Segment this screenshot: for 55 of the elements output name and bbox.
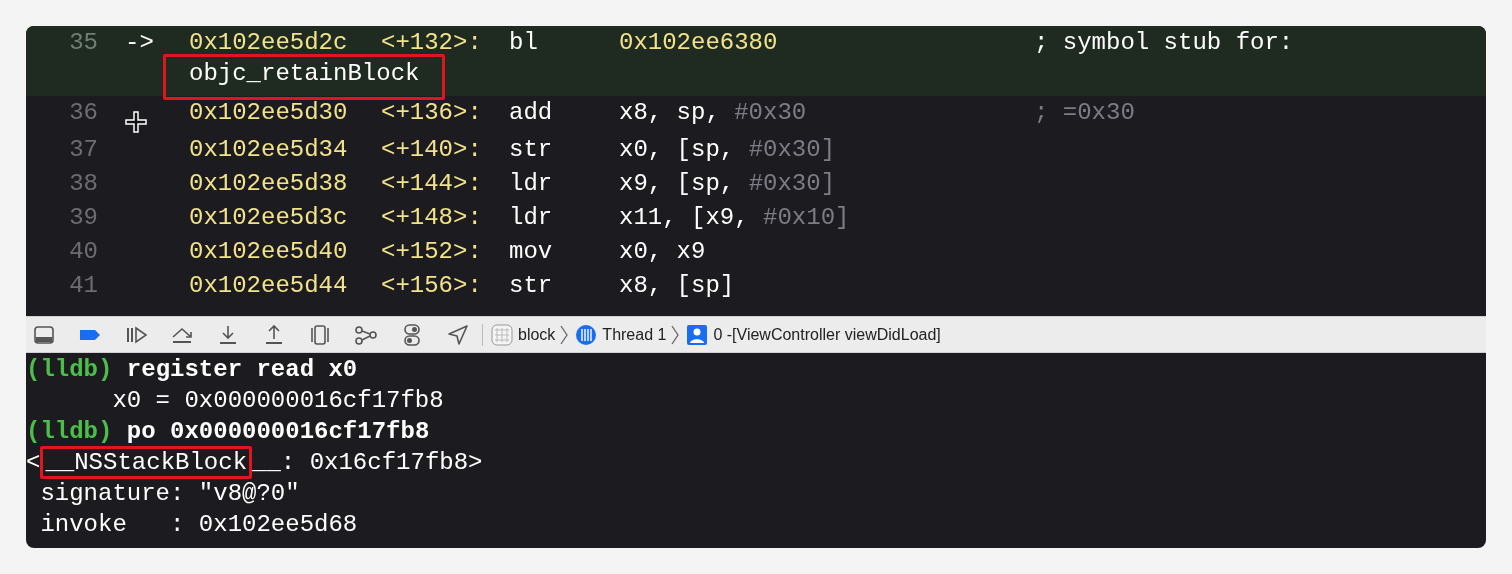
- view-hierarchy-icon[interactable]: [308, 322, 332, 347]
- breadcrumb-link[interactable]: Thread 1: [602, 322, 667, 347]
- console-command: register read x0: [126, 356, 358, 383]
- breadcrumb-link[interactable]: 0 -[ViewController viewDidLoad]: [713, 322, 941, 347]
- instruction-address: 0x102ee5d3c: [189, 203, 349, 233]
- instruction-address: 0x102ee5d40: [189, 237, 349, 267]
- instruction-operands: x0, [sp, #0x30]: [619, 136, 836, 163]
- instruction-mnemonic: str: [509, 271, 554, 301]
- instruction-operands: x11, [x9, #0x10]: [619, 204, 850, 231]
- console-output: signature: "v8@?0": [39, 480, 300, 507]
- console-output: invoke : 0x102ee5d68: [39, 511, 358, 538]
- line-number: 40: [68, 237, 98, 267]
- instruction-address: 0x102ee5d30: [189, 98, 349, 128]
- instruction-operands: x8, [sp]: [619, 272, 735, 299]
- instruction-offset: <+144>:: [381, 169, 483, 199]
- line-number: 41: [68, 271, 98, 301]
- instruction-mnemonic: ldr: [509, 203, 554, 233]
- line-number: 38: [68, 169, 98, 199]
- instruction-mnemonic: ldr: [509, 169, 554, 199]
- instruction-offset: <+140>:: [381, 135, 483, 165]
- instruction-offset: <+148>:: [381, 203, 483, 233]
- console-command: po 0x000000016cf17fb8: [126, 418, 430, 445]
- breadcrumb-link[interactable]: block: [518, 322, 556, 347]
- instruction-offset: <+156>:: [381, 271, 483, 301]
- instruction-comment: ; symbol stub for:: [1034, 28, 1294, 58]
- instruction-operands: x9, [sp, #0x30]: [619, 170, 836, 197]
- pc-arrow: ->: [125, 29, 154, 56]
- instruction-comment: ; =0x30: [1034, 98, 1135, 128]
- line-number: 36: [68, 98, 98, 128]
- line-number: 35: [68, 28, 98, 58]
- instruction-mnemonic: add: [509, 98, 554, 128]
- instruction-operands: x0, x9: [619, 238, 706, 265]
- line-number: 39: [68, 203, 98, 233]
- chevron-icon: [559, 323, 570, 346]
- lldb-prompt: (lldb): [26, 418, 113, 445]
- instruction-mnemonic: str: [509, 135, 554, 165]
- console-output: x0 = 0x000000016cf17fb8: [111, 387, 444, 414]
- instruction-address: 0x102ee5d44: [189, 271, 349, 301]
- console-output: < __NSStackBlock __: 0x16cf17fb8>: [26, 446, 483, 479]
- thread-icon[interactable]: [575, 323, 598, 346]
- instruction-mnemonic: mov: [509, 237, 554, 267]
- instruction-operands: 0x102ee6380: [619, 29, 778, 56]
- lldb-prompt: (lldb): [26, 356, 113, 383]
- instruction-operands: x8, sp, #0x30: [619, 99, 807, 126]
- person-frame-icon[interactable]: [686, 323, 709, 346]
- instruction-offset: <+136>:: [381, 98, 483, 128]
- instruction-offset: <+152>:: [381, 237, 483, 267]
- crosshair-cursor-icon: [125, 111, 147, 133]
- chevron-icon: [670, 323, 681, 346]
- line-number: 37: [68, 135, 98, 165]
- highlighted-symbol: objc_retainBlock: [163, 54, 446, 100]
- instruction-mnemonic: bl: [509, 28, 539, 58]
- location-arrow-icon[interactable]: [446, 322, 470, 347]
- instruction-address: 0x102ee5d38: [189, 169, 349, 199]
- instruction-address: 0x102ee5d34: [189, 135, 349, 165]
